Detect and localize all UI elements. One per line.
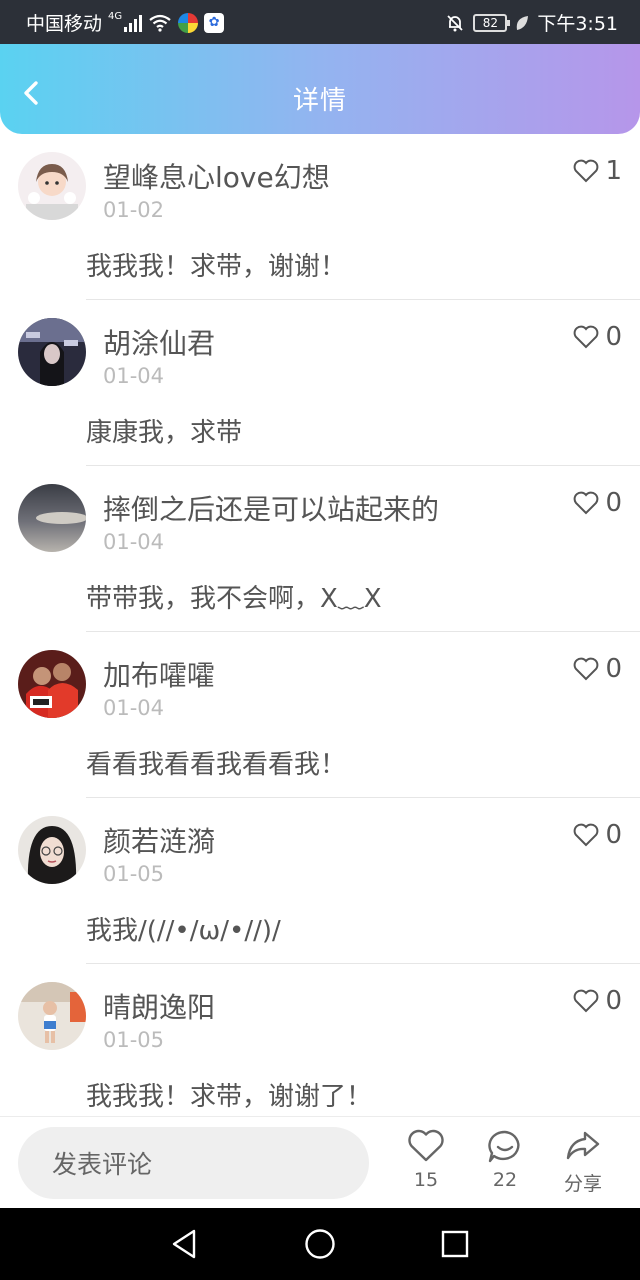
system-nav-bar (0, 1208, 640, 1280)
clock: 下午3:51 (537, 13, 618, 35)
comment-like-button[interactable]: 0 (573, 488, 622, 518)
comment-total: 22 (492, 1169, 518, 1191)
signal-icon (124, 14, 143, 32)
avatar[interactable] (18, 650, 86, 718)
comment-username[interactable]: 胡涂仙君 (103, 322, 215, 362)
heart-icon (574, 325, 599, 349)
status-bar: 中国移动 4G ✿ 82 下午3:51 (0, 0, 640, 44)
comment-like-button[interactable]: 0 (573, 986, 622, 1016)
comment-text: 康康我，求带 (86, 418, 243, 448)
like-count: 0 (605, 322, 622, 352)
carrier-name: 中国移动 (26, 13, 103, 35)
page-title: 详情 (292, 86, 347, 116)
comment-like-button[interactable]: 0 (573, 322, 622, 352)
heart-icon (574, 491, 599, 515)
comment-bubble-icon (488, 1130, 520, 1163)
comment-username[interactable]: 望峰息心love幻想 (103, 156, 330, 196)
share-label: 分享 (563, 1173, 602, 1195)
comment-item: 加布嚯嚯 01-04 0 看看我看看我看看我！ (0, 632, 640, 798)
like-total: 15 (413, 1169, 439, 1191)
network-type: 4G (108, 11, 123, 22)
avatar[interactable] (18, 982, 86, 1050)
comment-item: 摔倒之后还是可以站起来的 01-04 0 带带我，我不会啊，X﹏X (0, 466, 640, 632)
comment-item: 胡涂仙君 01-04 0 康康我，求带 (0, 300, 640, 466)
leaf-icon (517, 15, 529, 30)
heart-icon (574, 989, 599, 1013)
heart-icon (408, 1129, 444, 1162)
avatar[interactable] (18, 816, 86, 884)
like-count: 0 (605, 654, 622, 684)
battery-icon: 82 (473, 13, 511, 32)
status-left: 中国移动 4G ✿ (26, 9, 225, 36)
comment-date: 01-05 (103, 862, 165, 886)
share-button[interactable]: 分享 (553, 1129, 613, 1196)
heart-icon (574, 823, 599, 847)
avatar[interactable] (18, 318, 86, 386)
avatar[interactable] (18, 484, 86, 552)
mute-bell-icon (447, 14, 463, 31)
heart-icon (574, 657, 599, 681)
comment-text: 我我我！求带，谢谢了！ (86, 1082, 373, 1112)
recents-square-icon[interactable] (441, 1228, 469, 1260)
comment-username[interactable]: 加布嚯嚯 (103, 654, 215, 694)
comment-list[interactable]: 望峰息心love幻想 01-02 1 我我我！求带，谢谢！ 胡涂仙君 01-04… (0, 134, 640, 1116)
status-right: 82 下午3:51 (445, 9, 618, 36)
heart-icon (574, 159, 599, 183)
like-count: 0 (605, 488, 622, 518)
comment-date: 01-04 (103, 364, 165, 388)
wifi-icon (149, 14, 171, 32)
share-arrow-icon (566, 1131, 600, 1160)
comment-date: 01-04 (103, 696, 165, 720)
comment-like-button[interactable]: 0 (573, 820, 622, 850)
comment-text: 我我/(//•/ω/•//)/ (86, 916, 281, 946)
comment-item: 颜若涟漪 01-05 0 我我/(//•/ω/•//)/ (0, 798, 640, 964)
comment-date: 01-04 (103, 530, 165, 554)
comment-item: 晴朗逸阳 01-05 0 我我我！求带，谢谢了！ (0, 964, 640, 1116)
like-button[interactable]: 15 (396, 1129, 456, 1191)
comment-username[interactable]: 晴朗逸阳 (103, 986, 215, 1026)
comment-username[interactable]: 摔倒之后还是可以站起来的 (103, 488, 439, 528)
comment-username[interactable]: 颜若涟漪 (103, 820, 215, 860)
comment-date: 01-02 (103, 198, 165, 222)
comment-like-button[interactable]: 0 (573, 654, 622, 684)
comment-date: 01-05 (103, 1028, 165, 1052)
comment-text: 带带我，我不会啊，X﹏X (86, 584, 382, 614)
comment-input[interactable]: 发表评论 (18, 1127, 369, 1199)
comment-text: 我我我！求带，谢谢！ (86, 252, 347, 282)
like-count: 1 (605, 156, 622, 186)
bottom-action-bar: 发表评论 15 22 分享 (0, 1116, 640, 1208)
colorful-app-icon (178, 12, 199, 33)
comment-like-button[interactable]: 1 (573, 156, 622, 186)
avatar[interactable] (18, 152, 86, 220)
comment-item: 望峰息心love幻想 01-02 1 我我我！求带，谢谢！ (0, 134, 640, 300)
comment-text: 看看我看看我看看我！ (86, 750, 347, 780)
baidu-app-icon: ✿ (204, 12, 225, 33)
like-count: 0 (605, 986, 622, 1016)
like-count: 0 (605, 820, 622, 850)
comment-button[interactable]: 22 (475, 1129, 535, 1191)
header-bar: 详情 (0, 44, 640, 134)
home-circle-icon[interactable] (304, 1228, 336, 1260)
back-triangle-icon[interactable] (170, 1228, 198, 1260)
